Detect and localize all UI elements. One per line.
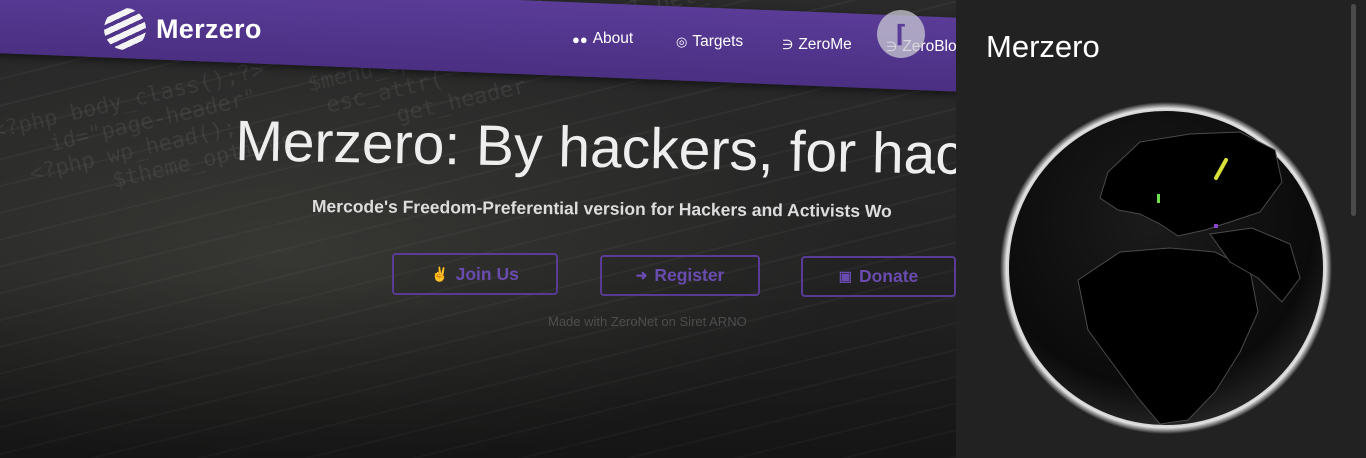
marker-green[interactable]: [1157, 194, 1160, 203]
handshake-icon: ✌: [431, 265, 449, 282]
logo-text: Merzero: [156, 13, 262, 44]
nav-zerome[interactable]: ∋ ZeroMe: [782, 36, 852, 54]
logo-mark-icon: [104, 8, 146, 50]
nav-zerome-label: ZeroMe: [798, 36, 852, 53]
hero-title: Merzero: By hackers, for hac: [234, 108, 956, 187]
made-with-footer: Made with ZeroNet on Siret ARNO: [548, 314, 747, 329]
world-globe[interactable]: [1000, 102, 1332, 434]
donate-label: Donate: [858, 266, 919, 286]
scrollbar-thumb[interactable]: [1351, 4, 1356, 216]
nav-targets[interactable]: ◎ Targets: [676, 33, 743, 51]
zeronet-badge-icon[interactable]: ⌈: [877, 10, 925, 58]
sign-in-icon: ➜: [635, 267, 648, 283]
panel-scrollbar[interactable]: [1350, 0, 1358, 458]
register-label: Register: [654, 265, 725, 285]
target-icon: ◎: [676, 34, 688, 49]
nav-about[interactable]: ●● About: [572, 30, 633, 48]
marker-purple[interactable]: [1214, 224, 1218, 228]
site-logo[interactable]: Merzero: [104, 8, 262, 50]
donate-button[interactable]: ▣ Donate: [801, 256, 956, 297]
money-icon: ▣: [838, 268, 852, 284]
rss-icon: ∋: [782, 37, 794, 52]
users-icon: ●●: [572, 31, 588, 47]
join-us-button[interactable]: ✌ Join Us: [392, 253, 558, 295]
globe-panel: Merzero: [956, 0, 1366, 458]
nav-about-label: About: [592, 30, 634, 47]
nav-targets-label: Targets: [692, 33, 744, 50]
join-us-label: Join Us: [455, 263, 519, 284]
background-website: <?php body_class();?> add_meta( 'content…: [0, 0, 956, 458]
panel-title: Merzero: [986, 29, 1100, 64]
register-button[interactable]: ➜ Register: [600, 255, 760, 296]
